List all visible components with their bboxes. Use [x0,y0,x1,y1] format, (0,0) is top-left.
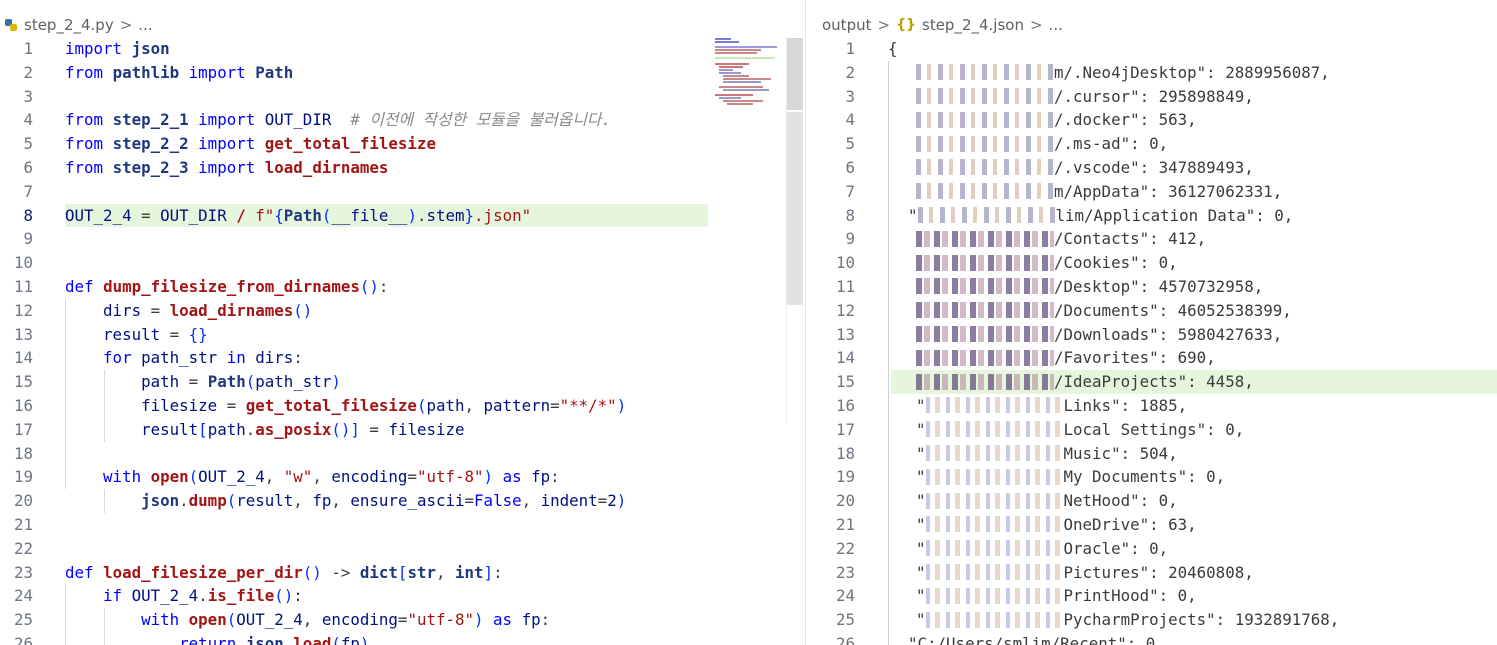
json-entry: /IdeaProjects": 4458, [916,370,1254,394]
chevron-right-icon: > [1029,16,1043,34]
redacted-path [916,111,1054,128]
line-number: 20 [835,491,855,511]
python-file-icon [5,19,17,31]
json-entry: /.docker": 563, [916,108,1197,132]
breadcrumb: output > {} step_2_4.json > ... [822,14,1063,36]
line-number: 13 [835,324,855,344]
line-number: 21 [835,514,855,534]
redacted-path [925,468,1064,485]
json-entry: " Music": 504, [916,443,1178,463]
json-entry: " OneDrive": 63, [916,514,1197,534]
line-number: 22 [835,538,855,558]
json-entry: " Local Settings": 0, [916,419,1245,439]
line-number: 3 [845,86,855,106]
indent-guide [104,608,105,645]
line-number: 18 [835,443,855,463]
redacted-path [925,445,1064,462]
line-number: 12 [835,300,855,320]
indent-guide [888,61,889,645]
line-number: 9 [845,229,855,249]
json-entry: /Desktop": 4570732958, [916,275,1263,299]
json-entry: /Documents": 46052538399, [916,299,1292,323]
line-number: 11 [835,276,855,296]
minimap-slider[interactable] [787,112,803,305]
redacted-path [916,135,1054,152]
redacted-path [916,302,1054,319]
line-number: 6 [845,157,855,177]
redacted-path [916,159,1054,176]
json-entry: " PrintHood": 0, [916,586,1197,606]
line-number: 7 [845,181,855,201]
indent-guide [65,584,66,645]
line-number: 8 [845,205,855,225]
json-entry: /.vscode": 347889493, [916,156,1254,180]
minimap[interactable] [712,38,784,108]
line-number: 19 [835,467,855,487]
redacted-path [916,254,1054,271]
line-number: 5 [845,134,855,154]
redacted-path [925,564,1064,581]
line-number: 14 [835,348,855,368]
json-entry: /Favorites": 690, [916,346,1216,370]
redacted-path [916,64,1054,81]
chevron-right-icon: > [877,16,891,34]
json-entry: m/.Neo4jDesktop": 2889956087, [916,61,1330,85]
editor-pane-python[interactable]: step_2_4.py > ... 1 import json 2 from pat… [0,0,805,645]
redacted-path [916,349,1054,366]
redacted-path [925,397,1064,414]
json-entry: " Pictures": 20460808, [916,562,1254,582]
redacted-path [916,373,1054,390]
json-entry: m/AppData": 36127062331, [916,180,1282,204]
line-number: 2 [845,62,855,82]
line-number: 17 [835,419,855,439]
json-entry: /Cookies": 0, [916,251,1178,275]
line-number: 4 [845,110,855,130]
line-number: 1 [845,39,855,58]
line-number: 24 [835,586,855,606]
redacted-path [916,88,1054,105]
json-entry: "C:/Users/smlim/Recent": 0, [908,633,1165,645]
redacted-path [925,492,1064,509]
redacted-path [925,611,1064,628]
redacted-path [916,326,1054,343]
json-entry: " Oracle": 0, [916,538,1169,558]
editor-pane-json[interactable]: output > {} step_2_4.json > ... 1 {2 m/.Ne… [806,0,1497,645]
line-number: 15 [835,372,855,392]
chevron-right-icon: > [119,16,133,34]
json-file-icon: {} [896,17,916,33]
json-entry: /.cursor": 295898849, [916,85,1254,109]
breadcrumb-folder[interactable]: output [822,16,871,34]
breadcrumb-more[interactable]: ... [1049,16,1063,34]
indent-guide [104,489,105,513]
json-entry: " PycharmProjects": 1932891768, [916,610,1340,630]
redacted-path [916,230,1054,247]
line-number: 23 [835,562,855,582]
json-brace: { [888,39,898,58]
line-number: 26 [835,633,855,645]
json-entry: " NetHood": 0, [916,491,1178,511]
json-entry: " My Documents": 0, [916,467,1226,487]
breadcrumb-more[interactable]: ... [138,16,152,34]
redacted-path [925,540,1064,557]
line-number: 16 [835,395,855,415]
indent-guide [104,370,105,442]
line-number: 10 [835,253,855,273]
breadcrumb-file[interactable]: step_2_4.json [922,16,1024,34]
json-entry: /Contacts": 412, [916,227,1206,251]
redacted-path [917,207,1056,224]
indent-guide [65,299,66,489]
json-entry: " Links": 1885, [916,395,1188,415]
json-entry: /.ms-ad": 0, [916,132,1168,156]
redacted-path [916,183,1054,200]
json-entry: /Downloads": 5980427633, [916,323,1282,347]
breadcrumb-file[interactable]: step_2_4.py [24,16,114,34]
breadcrumb: step_2_4.py > ... [4,14,153,36]
scrollbar-thumb[interactable] [787,38,803,110]
redacted-path [925,587,1064,604]
json-entry: " lim/Application Data": 0, [908,205,1294,225]
redacted-path [925,516,1064,533]
redacted-path [916,278,1054,295]
line-number: 25 [835,610,855,630]
redacted-path [925,421,1064,438]
